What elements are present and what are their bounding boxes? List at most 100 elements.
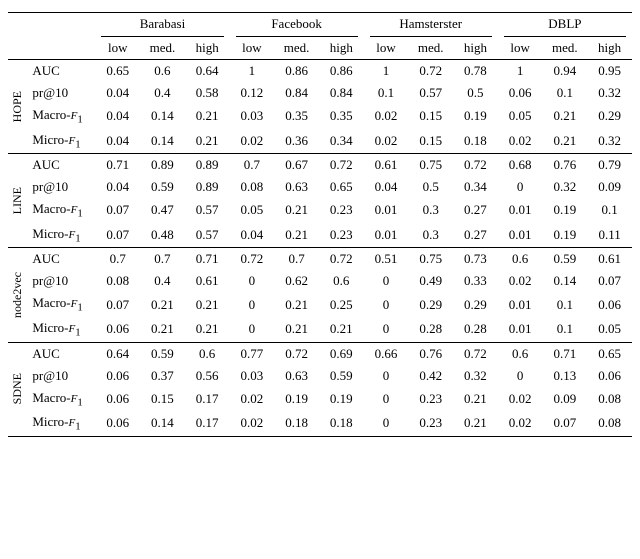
level-header: high (185, 37, 230, 60)
value-cell: 0.18 (274, 411, 319, 436)
value-cell: 0.27 (453, 198, 498, 223)
value-cell: 0.05 (587, 317, 632, 342)
value-cell: 0.5 (453, 82, 498, 104)
value-cell: 0.32 (542, 176, 587, 198)
value-cell: 1 (364, 60, 409, 83)
value-cell: 0.6 (498, 248, 543, 271)
value-cell: 0.14 (140, 104, 185, 129)
table-row: LINEAUC0.710.890.890.70.670.720.610.750.… (8, 154, 632, 177)
value-cell: 0.4 (140, 270, 185, 292)
value-cell: 0.19 (274, 387, 319, 412)
value-cell: 0 (364, 317, 409, 342)
value-cell: 0.63 (274, 365, 319, 387)
value-cell: 0.05 (498, 104, 543, 129)
value-cell: 0.61 (185, 270, 230, 292)
value-cell: 0.08 (230, 176, 275, 198)
value-cell: 0.21 (453, 387, 498, 412)
dataset-header: Barabasi (140, 16, 185, 34)
table-row: pr@100.060.370.560.030.630.5900.420.3200… (8, 365, 632, 387)
metric-label: Micro-F1 (30, 317, 95, 342)
value-cell: 0.57 (408, 82, 453, 104)
value-cell: 0.35 (274, 104, 319, 129)
value-cell: 0.36 (274, 129, 319, 154)
table-row: pr@100.040.590.890.080.630.650.040.50.34… (8, 176, 632, 198)
value-cell: 0.28 (453, 317, 498, 342)
value-cell: 0.72 (230, 248, 275, 271)
value-cell: 1 (230, 60, 275, 83)
value-cell: 0 (364, 365, 409, 387)
value-cell: 0.63 (274, 176, 319, 198)
value-cell: 0.04 (95, 176, 140, 198)
value-cell: 0.15 (140, 387, 185, 412)
value-cell: 0.29 (453, 292, 498, 317)
value-cell: 0.34 (453, 176, 498, 198)
method-label: node2vec (8, 248, 30, 342)
value-cell: 0.01 (498, 292, 543, 317)
metric-label: Macro-F1 (30, 104, 95, 129)
value-cell: 0.15 (408, 104, 453, 129)
table-row: Macro-F10.070.470.570.050.210.230.010.30… (8, 198, 632, 223)
value-cell: 0.23 (319, 223, 364, 248)
value-cell: 0.21 (542, 104, 587, 129)
value-cell: 0.64 (185, 60, 230, 83)
value-cell: 0.32 (587, 129, 632, 154)
table-row: Micro-F10.060.210.2100.210.2100.280.280.… (8, 317, 632, 342)
value-cell: 0.14 (140, 129, 185, 154)
value-cell: 0.07 (95, 198, 140, 223)
value-cell: 0.84 (274, 82, 319, 104)
level-header: low (95, 37, 140, 60)
value-cell: 0.19 (319, 387, 364, 412)
value-cell: 0.57 (185, 198, 230, 223)
value-cell: 0.11 (587, 223, 632, 248)
value-cell: 0 (364, 270, 409, 292)
value-cell: 0.6 (498, 342, 543, 365)
metric-label: AUC (30, 154, 95, 177)
value-cell: 0.72 (319, 248, 364, 271)
value-cell: 0.95 (587, 60, 632, 83)
value-cell: 0.72 (453, 342, 498, 365)
value-cell: 0.21 (140, 317, 185, 342)
value-cell: 0.09 (587, 176, 632, 198)
value-cell: 0.02 (364, 104, 409, 129)
level-header: med. (274, 37, 319, 60)
value-cell: 0.04 (95, 104, 140, 129)
value-cell: 0 (364, 411, 409, 436)
value-cell: 0.21 (274, 223, 319, 248)
value-cell: 0 (498, 365, 543, 387)
value-cell: 0.7 (140, 248, 185, 271)
value-cell: 0.72 (453, 154, 498, 177)
value-cell: 0.06 (587, 292, 632, 317)
value-cell: 0.69 (319, 342, 364, 365)
table-row: Macro-F10.040.140.210.030.350.350.020.15… (8, 104, 632, 129)
value-cell: 0.72 (274, 342, 319, 365)
value-cell: 0.02 (498, 411, 543, 436)
value-cell: 0.18 (319, 411, 364, 436)
metric-label: Macro-F1 (30, 198, 95, 223)
value-cell: 0.04 (95, 129, 140, 154)
value-cell: 0.6 (185, 342, 230, 365)
value-cell: 0.21 (453, 411, 498, 436)
value-cell: 0.02 (498, 129, 543, 154)
value-cell: 0.02 (498, 387, 543, 412)
value-cell: 0.08 (587, 387, 632, 412)
value-cell: 0.03 (230, 365, 275, 387)
method-label: SDNE (8, 342, 30, 436)
value-cell: 0.57 (185, 223, 230, 248)
value-cell: 0.03 (230, 104, 275, 129)
value-cell: 0.37 (140, 365, 185, 387)
table-row: Micro-F10.060.140.170.020.180.1800.230.2… (8, 411, 632, 436)
dataset-header: Hamsterster (399, 16, 462, 34)
value-cell: 0.06 (498, 82, 543, 104)
value-cell: 0.17 (185, 411, 230, 436)
metric-label: AUC (30, 248, 95, 271)
metric-label: AUC (30, 342, 95, 365)
value-cell: 0 (364, 387, 409, 412)
value-cell: 0 (230, 270, 275, 292)
value-cell: 0.06 (587, 365, 632, 387)
value-cell: 0.04 (230, 223, 275, 248)
value-cell: 0.02 (364, 129, 409, 154)
value-cell: 0.21 (140, 292, 185, 317)
value-cell: 0.59 (319, 365, 364, 387)
value-cell: 0.1 (542, 317, 587, 342)
value-cell: 0.01 (498, 198, 543, 223)
